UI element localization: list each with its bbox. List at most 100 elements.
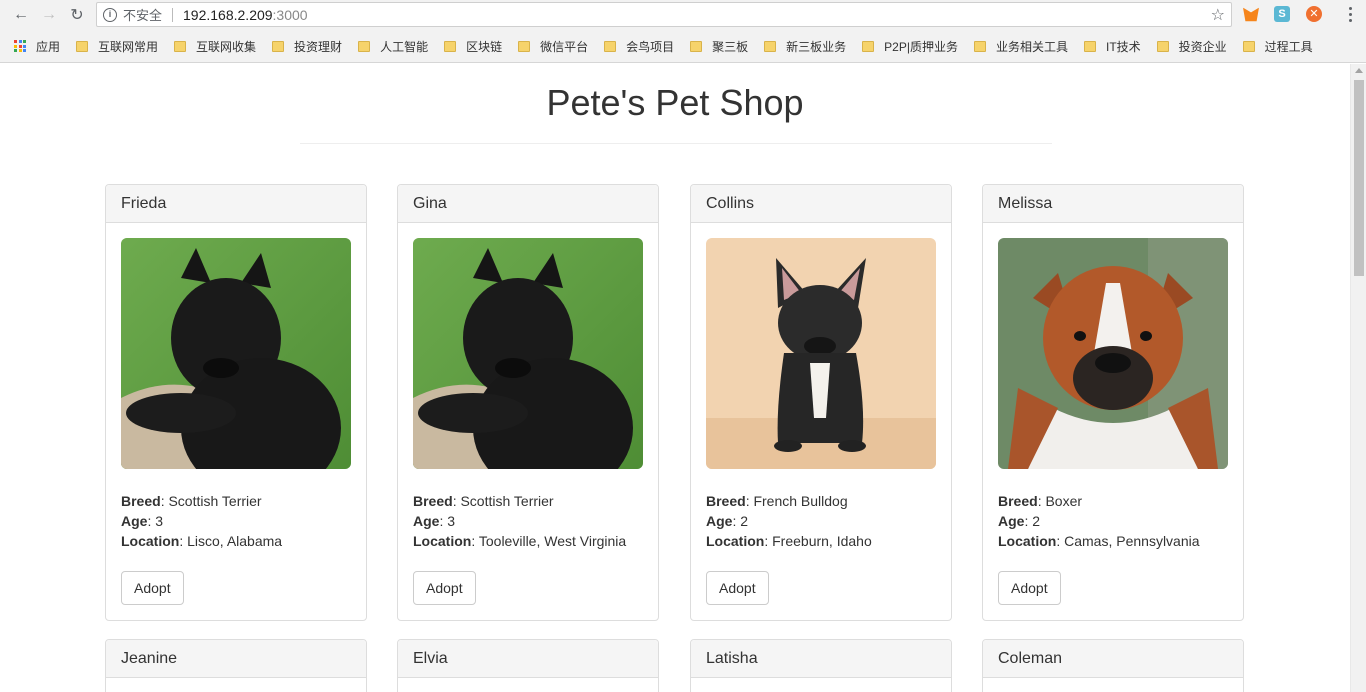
- pet-name: Elvia: [398, 640, 658, 678]
- pet-card: Frieda Breed: Scottish Terrier Age: 3 Locat…: [105, 184, 367, 621]
- bookmark-apps[interactable]: 应用: [14, 38, 60, 55]
- forward-arrow-icon[interactable]: →: [38, 4, 60, 26]
- folder-icon: [272, 40, 285, 52]
- pet-card-body: Breed: Scottish Terrier Age: 3 Location: L…: [106, 223, 366, 620]
- bookmark-star-icon[interactable]: ☆: [1211, 5, 1225, 25]
- bookmark-label: 过程工具: [1264, 39, 1313, 54]
- folder-icon: [973, 40, 986, 52]
- bookmark-folder[interactable]: 聚三板: [690, 38, 748, 55]
- pet-location-line: Location: Tooleville, West Virginia: [413, 531, 643, 551]
- pet-photo: [413, 238, 643, 469]
- apps-grid-icon: [14, 40, 26, 52]
- pet-card: Collins Breed: French Bulldog Age: 2 Locati…: [690, 184, 952, 621]
- folder-icon: [1156, 40, 1169, 52]
- scroll-thumb[interactable]: [1354, 80, 1364, 276]
- pet-breed: French Bulldog: [753, 493, 848, 509]
- folder-icon: [76, 40, 89, 52]
- pet-card: Melissa Breed: Boxer Age: 2 Location: Camas…: [982, 184, 1244, 621]
- pet-breed: Scottish Terrier: [168, 493, 262, 509]
- pet-photo: [998, 238, 1228, 469]
- bookmark-label: P2P|质押业务: [884, 39, 958, 54]
- bookmark-folder[interactable]: 区块链: [444, 38, 502, 55]
- bookmark-label: 互联网常用: [98, 39, 159, 54]
- pet-location-line: Location: Freeburn, Idaho: [706, 531, 936, 551]
- info-icon[interactable]: i: [103, 7, 117, 22]
- page-scrollbar[interactable]: [1350, 64, 1366, 692]
- pet-details: Breed: French Bulldog Age: 2 Location: Fre…: [706, 491, 936, 551]
- pet-age-label: Age: [121, 513, 148, 529]
- pet-age-line: Age: 2: [706, 511, 936, 531]
- bookmark-label: 互联网收集: [196, 39, 257, 54]
- folder-icon: [358, 40, 371, 52]
- pet-age-line: Age: 2: [998, 511, 1228, 531]
- adopt-button[interactable]: Adopt: [998, 571, 1061, 605]
- bookmark-label: 新三板业务: [786, 39, 847, 54]
- browser-toolbar: ← → ↻ i 不安全 192.168.2.209:3000 ☆ S ✕: [0, 0, 1366, 30]
- metamask-fox-icon[interactable]: [1243, 7, 1259, 22]
- pet-age-label: Age: [998, 513, 1025, 529]
- bookmark-folder[interactable]: 互联网常用: [76, 38, 158, 55]
- pet-name: Collins: [691, 185, 951, 223]
- bookmark-folder[interactable]: 过程工具: [1242, 38, 1313, 55]
- pet-photo: [121, 238, 351, 469]
- bookmark-folder[interactable]: 投资理财: [272, 38, 342, 55]
- pet-name: Frieda: [106, 185, 366, 223]
- pet-card-body: Breed: Scottish Terrier Age: 3 Location: T…: [398, 223, 658, 620]
- bookmark-folder[interactable]: 人工智能: [358, 38, 428, 55]
- adopt-button[interactable]: Adopt: [413, 571, 476, 605]
- bookmark-folder[interactable]: IT技术: [1083, 38, 1141, 55]
- adopt-button[interactable]: Adopt: [121, 571, 184, 605]
- browser-menu-icon[interactable]: [1349, 5, 1352, 23]
- folder-icon: [690, 40, 703, 52]
- pet-name: Coleman: [983, 640, 1243, 678]
- omnibox-divider: [172, 7, 174, 22]
- extension-s-icon[interactable]: S: [1274, 6, 1290, 22]
- bookmark-label: 投资理财: [294, 39, 343, 54]
- bookmark-label: 投资企业: [1178, 39, 1227, 54]
- folder-icon: [1242, 40, 1255, 52]
- bookmark-folder[interactable]: 互联网收集: [174, 38, 256, 55]
- bookmark-label: 业务相关工具: [995, 39, 1068, 54]
- bookmark-label: IT技术: [1105, 39, 1141, 54]
- address-bar[interactable]: i 不安全 192.168.2.209:3000 ☆: [96, 2, 1232, 27]
- label-colon: :: [179, 533, 188, 549]
- folder-icon: [444, 40, 457, 52]
- pet-breed-line: Breed: Boxer: [998, 491, 1228, 511]
- pet-breed-line: Breed: Scottish Terrier: [413, 491, 643, 511]
- pet-age: 2: [1032, 513, 1041, 529]
- pet-card-body: Breed: Boxer Age: 2 Location: Camas, Penns…: [983, 223, 1243, 620]
- label-colon: :: [764, 533, 773, 549]
- pet-details: Breed: Boxer Age: 2 Location: Camas, Penns…: [998, 491, 1228, 551]
- pet-location-label: Location: [121, 533, 180, 549]
- pet-location-label: Location: [413, 533, 472, 549]
- pet-card-body: Breed: French Bulldog Age: 2 Location: Fre…: [691, 223, 951, 620]
- pet-breed-line: Breed: French Bulldog: [706, 491, 936, 511]
- bookmark-folder[interactable]: P2P|质押业务: [862, 38, 958, 55]
- bookmark-folder[interactable]: 微信平台: [518, 38, 588, 55]
- adopt-button[interactable]: Adopt: [706, 571, 769, 605]
- bookmark-label: 聚三板: [712, 39, 749, 54]
- bookmark-label: 微信平台: [540, 39, 589, 54]
- pet-breed-label: Breed: [706, 493, 746, 509]
- pet-location-line: Location: Lisco, Alabama: [121, 531, 351, 551]
- bookmark-folder[interactable]: 会鸟项目: [604, 38, 674, 55]
- folder-icon: [604, 40, 617, 52]
- back-arrow-icon[interactable]: ←: [10, 4, 32, 26]
- pet-name: Latisha: [691, 640, 951, 678]
- pet-breed-line: Breed: Scottish Terrier: [121, 491, 351, 511]
- pet-location-label: Location: [998, 533, 1057, 549]
- bookmark-folder[interactable]: 新三板业务: [764, 38, 846, 55]
- scroll-up-arrow-icon[interactable]: [1355, 68, 1363, 73]
- pet-name: Melissa: [983, 185, 1243, 223]
- pet-card: Latisha: [690, 639, 952, 692]
- bookmark-label: 会鸟项目: [626, 39, 675, 54]
- pet-breed: Boxer: [1045, 493, 1083, 509]
- title-divider: [300, 143, 1052, 144]
- extension-x-icon[interactable]: ✕: [1306, 6, 1322, 22]
- bookmark-folder[interactable]: 业务相关工具: [973, 38, 1068, 55]
- folder-icon: [518, 40, 531, 52]
- bookmark-folder[interactable]: 投资企业: [1156, 38, 1227, 55]
- reload-icon[interactable]: ↻: [66, 4, 88, 26]
- pet-location-line: Location: Camas, Pennsylvania: [998, 531, 1228, 551]
- pet-details: Breed: Scottish Terrier Age: 3 Location: T…: [413, 491, 643, 551]
